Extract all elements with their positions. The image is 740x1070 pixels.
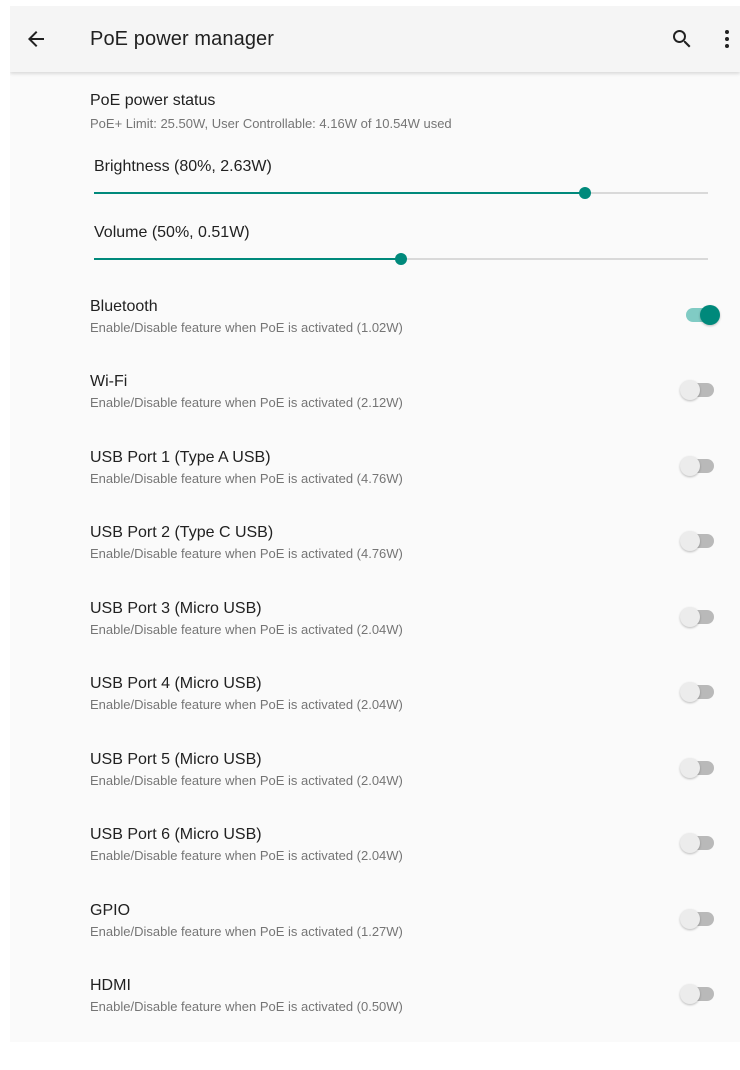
usb-port-6-switch[interactable] — [680, 831, 720, 855]
slider-thumb[interactable] — [395, 253, 407, 265]
arrow-left-icon[interactable] — [24, 27, 48, 51]
setting-usb-port-1[interactable]: USB Port 1 (Type A USB) Enable/Disable f… — [10, 449, 740, 525]
usb-port-4-switch[interactable] — [680, 680, 720, 704]
switch-thumb — [680, 758, 700, 778]
hdmi-switch[interactable] — [680, 982, 720, 1006]
switch-thumb — [680, 607, 700, 627]
setting-usb-port-4[interactable]: USB Port 4 (Micro USB) Enable/Disable fe… — [10, 675, 740, 751]
setting-title: USB Port 6 (Micro USB) — [90, 826, 262, 843]
usb-port-2-switch[interactable] — [680, 529, 720, 553]
switch-thumb — [680, 833, 700, 853]
setting-summary: Enable/Disable feature when PoE is activ… — [90, 320, 403, 335]
slider-fill — [94, 192, 586, 194]
setting-title: Wi-Fi — [90, 373, 128, 390]
switch-thumb — [680, 909, 700, 929]
gpio-switch[interactable] — [680, 907, 720, 931]
setting-title: USB Port 1 (Type A USB) — [90, 449, 271, 466]
setting-summary: Enable/Disable feature when PoE is activ… — [90, 848, 403, 863]
slider-thumb[interactable] — [579, 187, 592, 199]
setting-summary: Enable/Disable feature when PoE is activ… — [90, 546, 403, 561]
volume-label: Volume (50%, 0.51W) — [94, 224, 250, 241]
switch-thumb — [680, 380, 700, 400]
setting-summary: Enable/Disable feature when PoE is activ… — [90, 773, 403, 788]
setting-usb-port-3[interactable]: USB Port 3 (Micro USB) Enable/Disable fe… — [10, 600, 740, 676]
setting-summary: Enable/Disable feature when PoE is activ… — [90, 924, 403, 939]
bluetooth-switch[interactable] — [680, 303, 720, 327]
setting-summary: Enable/Disable feature when PoE is activ… — [90, 999, 403, 1014]
setting-title: USB Port 4 (Micro USB) — [90, 675, 262, 692]
setting-title: Bluetooth — [90, 298, 158, 315]
brightness-label: Brightness (80%, 2.63W) — [94, 158, 272, 175]
search-icon[interactable] — [670, 27, 694, 51]
slider-fill — [94, 258, 401, 260]
setting-summary: Enable/Disable feature when PoE is activ… — [90, 471, 403, 486]
switch-thumb — [680, 682, 700, 702]
switch-thumb — [700, 305, 720, 325]
volume-slider[interactable] — [94, 252, 708, 266]
brightness-slider[interactable] — [94, 186, 708, 200]
setting-title: HDMI — [90, 977, 131, 994]
settings-screen: PoE power manager PoE power status PoE+ … — [10, 6, 740, 1042]
app-bar: PoE power manager — [10, 6, 740, 72]
setting-summary: Enable/Disable feature when PoE is activ… — [90, 622, 403, 637]
page-title: PoE power manager — [90, 28, 275, 50]
setting-usb-port-6[interactable]: USB Port 6 (Micro USB) Enable/Disable fe… — [10, 826, 740, 902]
setting-usb-port-2[interactable]: USB Port 2 (Type C USB) Enable/Disable f… — [10, 524, 740, 600]
setting-summary: Enable/Disable feature when PoE is activ… — [90, 395, 403, 410]
setting-hdmi[interactable]: HDMI Enable/Disable feature when PoE is … — [10, 977, 740, 1042]
more-vert-icon[interactable] — [715, 27, 739, 51]
setting-gpio[interactable]: GPIO Enable/Disable feature when PoE is … — [10, 902, 740, 978]
usb-port-1-switch[interactable] — [680, 454, 720, 478]
setting-title: USB Port 5 (Micro USB) — [90, 751, 262, 768]
setting-usb-port-5[interactable]: USB Port 5 (Micro USB) Enable/Disable fe… — [10, 751, 740, 827]
power-status-title: PoE power status — [90, 92, 216, 109]
setting-title: GPIO — [90, 902, 131, 919]
setting-wifi[interactable]: Wi-Fi Enable/Disable feature when PoE is… — [10, 373, 740, 449]
setting-title: USB Port 3 (Micro USB) — [90, 600, 262, 617]
setting-title: USB Port 2 (Type C USB) — [90, 524, 274, 541]
setting-bluetooth[interactable]: Bluetooth Enable/Disable feature when Po… — [10, 298, 740, 374]
switch-thumb — [680, 531, 700, 551]
usb-port-5-switch[interactable] — [680, 756, 720, 780]
wifi-switch[interactable] — [680, 378, 720, 402]
power-status-summary: PoE+ Limit: 25.50W, User Controllable: 4… — [90, 116, 452, 131]
setting-summary: Enable/Disable feature when PoE is activ… — [90, 697, 403, 712]
switch-thumb — [680, 456, 700, 476]
switch-thumb — [680, 984, 700, 1004]
usb-port-3-switch[interactable] — [680, 605, 720, 629]
